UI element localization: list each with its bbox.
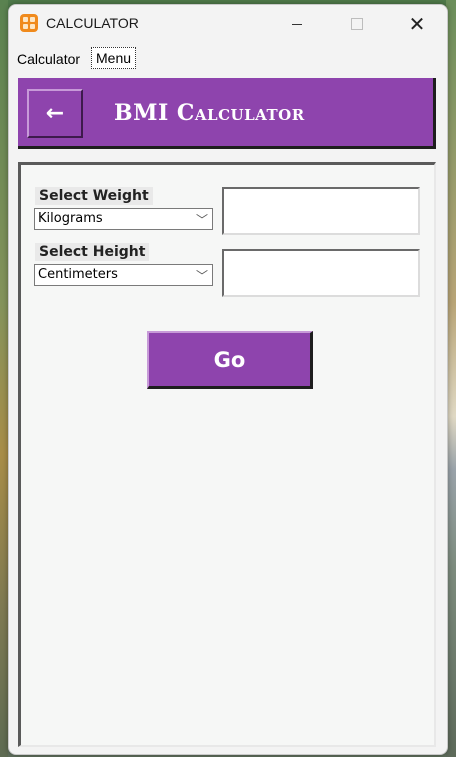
minimize-button[interactable] xyxy=(267,5,327,43)
app-window: CALCULATOR ✕ Calculator Menu ← BMI Calcu… xyxy=(8,4,448,755)
header-bar: ← BMI Calculator xyxy=(18,78,436,149)
menu-item-calculator[interactable]: Calculator xyxy=(17,51,80,67)
height-unit-value: Centimeters xyxy=(38,267,118,282)
window-title: CALCULATOR xyxy=(46,15,139,31)
weight-unit-select[interactable]: Kilograms ﹀ xyxy=(34,208,213,230)
go-button-label: Go xyxy=(213,347,246,372)
maximize-icon xyxy=(351,18,363,30)
title-bar[interactable]: CALCULATOR ✕ xyxy=(9,5,447,43)
menu-bar: Calculator Menu xyxy=(9,45,447,71)
height-unit-select[interactable]: Centimeters ﹀ xyxy=(34,264,213,286)
weight-unit-value: Kilograms xyxy=(38,211,103,226)
weight-label: Select Weight xyxy=(35,187,153,205)
weight-input[interactable] xyxy=(222,187,420,235)
height-label: Select Height xyxy=(35,243,150,261)
menu-item-menu[interactable]: Menu xyxy=(91,47,137,69)
bmi-form-panel: Select Weight Kilograms ﹀ Select Height … xyxy=(18,162,436,747)
chevron-down-icon: ﹀ xyxy=(195,213,208,227)
desktop-background-left xyxy=(0,0,8,757)
calculator-app-icon xyxy=(20,14,38,32)
back-button[interactable]: ← xyxy=(27,89,83,138)
arrow-left-icon: ← xyxy=(45,101,65,126)
page-title: BMI Calculator xyxy=(114,100,305,126)
maximize-button[interactable] xyxy=(327,5,387,43)
close-icon: ✕ xyxy=(408,12,426,36)
minimize-icon xyxy=(292,23,302,25)
close-button[interactable]: ✕ xyxy=(387,5,447,43)
go-button[interactable]: Go xyxy=(147,331,313,389)
height-input[interactable] xyxy=(222,249,420,297)
chevron-down-icon: ﹀ xyxy=(195,269,208,283)
